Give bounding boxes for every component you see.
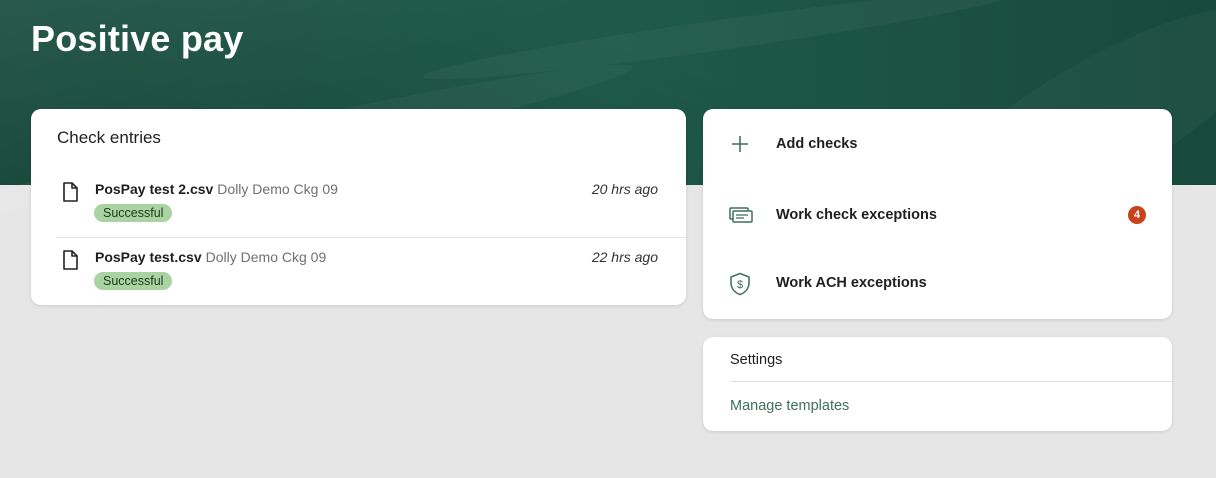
page-title: Positive pay: [31, 18, 244, 59]
work-ach-exceptions-button[interactable]: $ Work ACH exceptions: [703, 249, 1172, 319]
divider: [730, 381, 1172, 382]
check-entry-file-name: PosPay test.csv Dolly Demo Ckg 09: [95, 249, 326, 265]
actions-card: Add checks Work check exceptions $ Work …: [703, 109, 1172, 319]
add-checks-label: Add checks: [776, 136, 858, 152]
file-name-text: PosPay test.csv: [95, 249, 202, 265]
check-entry-file-name: PosPay test 2.csv Dolly Demo Ckg 09: [95, 181, 338, 197]
status-badge: Successful: [94, 204, 173, 222]
check-entry-row[interactable]: PosPay test 2.csv Dolly Demo Ckg 09 Succe…: [56, 169, 686, 238]
status-badge: Successful: [94, 272, 173, 290]
file-name-text: PosPay test 2.csv: [95, 181, 214, 197]
work-ach-exceptions-label: Work ACH exceptions: [776, 275, 927, 291]
check-entry-time: 22 hrs ago: [591, 249, 658, 265]
check-entries-card: Check entries PosPay test 2.csv Dolly Dem…: [31, 109, 686, 305]
manage-templates-link[interactable]: Manage templates: [730, 398, 849, 414]
file-icon: [63, 250, 78, 270]
work-check-exceptions-button[interactable]: Work check exceptions: [703, 179, 1172, 249]
check-entry-time: 20 hrs ago: [591, 181, 658, 197]
add-checks-button[interactable]: Add checks: [703, 109, 1172, 179]
page: Positive pay Check entries PosPay test 2…: [0, 0, 1216, 478]
check-entry-row[interactable]: PosPay test.csv Dolly Demo Ckg 09 Success…: [56, 237, 686, 305]
exceptions-count-badge: 4: [1128, 206, 1146, 224]
checks-icon: [729, 207, 753, 223]
settings-title: Settings: [730, 352, 783, 368]
shield-dollar-icon: $: [730, 272, 750, 296]
settings-card: Settings Manage templates: [703, 337, 1172, 431]
check-entries-title: Check entries: [57, 128, 161, 147]
svg-text:$: $: [737, 279, 743, 291]
check-entry-account: Dolly Demo Ckg 09: [205, 249, 327, 265]
file-icon: [63, 182, 78, 202]
plus-icon: [732, 136, 748, 152]
work-check-exceptions-label: Work check exceptions: [776, 207, 937, 223]
check-entry-account: Dolly Demo Ckg 09: [217, 181, 338, 197]
